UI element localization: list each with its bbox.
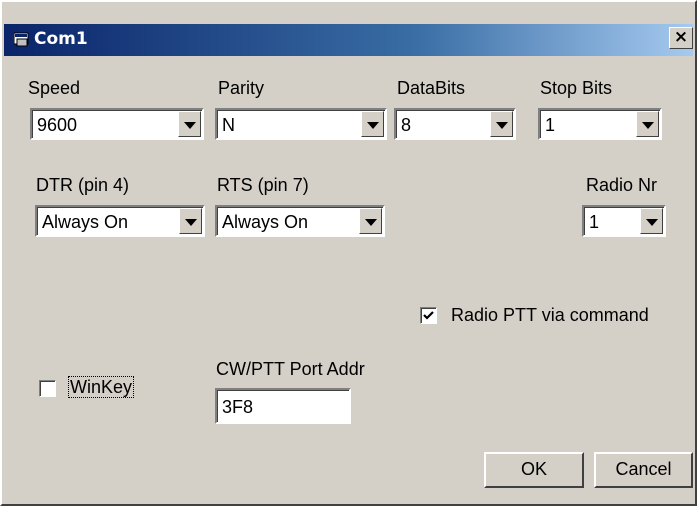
- ok-button[interactable]: OK: [484, 452, 584, 488]
- checkmark-icon: [423, 311, 434, 320]
- window-title: Com1: [34, 29, 88, 49]
- parity-label: Parity: [218, 78, 265, 98]
- dtr-value: Always On: [42, 212, 129, 232]
- databits-label: DataBits: [397, 78, 466, 98]
- dtr-label: DTR (pin 4): [36, 175, 130, 195]
- parity-select[interactable]: N: [215, 108, 387, 140]
- databits-select[interactable]: 8: [394, 108, 516, 140]
- stopbits-value: 1: [545, 115, 556, 135]
- stopbits-label: Stop Bits: [540, 78, 613, 98]
- radio-ptt-checkbox[interactable]: [420, 307, 437, 324]
- radio-nr-select[interactable]: 1: [582, 205, 666, 237]
- title-bar[interactable]: Com1 ×: [4, 24, 693, 56]
- parity-value: N: [222, 115, 235, 135]
- rts-select[interactable]: Always On: [215, 205, 385, 237]
- radio-ptt-label[interactable]: Radio PTT via command: [451, 304, 649, 326]
- chevron-down-icon[interactable]: [361, 111, 384, 137]
- winkey-checkbox[interactable]: [39, 380, 56, 397]
- cancel-button[interactable]: Cancel: [594, 452, 693, 488]
- speed-select[interactable]: 9600: [30, 108, 204, 140]
- close-icon: ×: [673, 27, 689, 47]
- speed-value: 9600: [37, 115, 78, 135]
- speed-label: Speed: [28, 78, 81, 98]
- com-settings-dialog: Com1 × Speed Parity DataBits Stop Bits 9…: [0, 0, 697, 506]
- stopbits-select[interactable]: 1: [538, 108, 662, 140]
- chevron-down-icon[interactable]: [640, 208, 663, 234]
- window-app-icon: [13, 32, 30, 47]
- winkey-label[interactable]: WinKey: [68, 376, 135, 398]
- winkey-label-wrap[interactable]: WinKey: [68, 376, 135, 398]
- close-button[interactable]: ×: [669, 27, 693, 49]
- chevron-down-icon[interactable]: [490, 111, 513, 137]
- dtr-select[interactable]: Always On: [35, 205, 205, 237]
- cwptt-port-label: CW/PTT Port Addr: [216, 359, 365, 379]
- radio-nr-value: 1: [589, 212, 600, 232]
- chevron-down-icon[interactable]: [636, 111, 659, 137]
- chevron-down-icon[interactable]: [178, 111, 201, 137]
- rts-label: RTS (pin 7): [217, 175, 309, 195]
- chevron-down-icon[interactable]: [359, 208, 382, 234]
- databits-value: 8: [401, 115, 412, 135]
- chevron-down-icon[interactable]: [179, 208, 202, 234]
- cwptt-port-field[interactable]: 3F8: [215, 388, 351, 424]
- rts-value: Always On: [222, 212, 309, 232]
- radio-nr-label: Radio Nr: [586, 175, 658, 195]
- cwptt-port-value: 3F8: [222, 397, 254, 417]
